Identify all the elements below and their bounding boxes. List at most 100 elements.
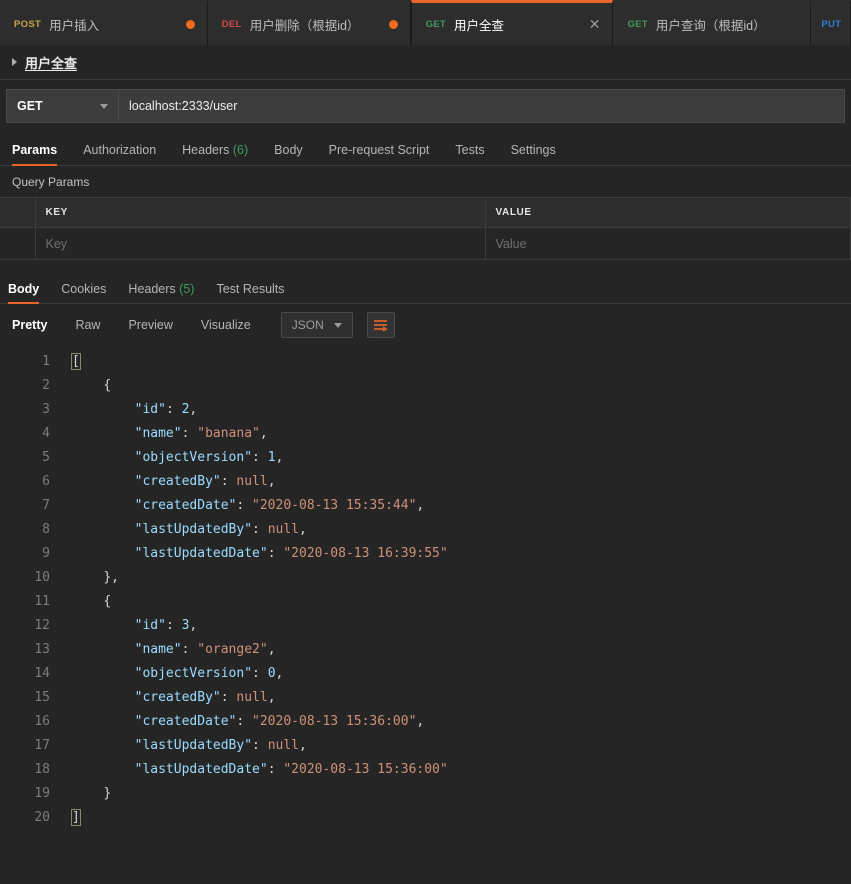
chevron-right-icon[interactable]	[12, 58, 17, 66]
code-token: "createdDate"	[135, 714, 237, 729]
code-token: :	[252, 666, 268, 681]
tab-label: Tests	[455, 143, 484, 157]
tab-body[interactable]: Body	[274, 143, 303, 165]
tab-title: 用户插入	[49, 15, 99, 34]
code-token: "id"	[135, 402, 166, 417]
url-input[interactable]: localhost:2333/user	[119, 90, 844, 122]
tab-params[interactable]: Params	[12, 143, 57, 165]
request-tab-post-insert[interactable]: POST 用户插入	[0, 0, 208, 45]
tab-method-label: GET	[627, 19, 647, 30]
code-token: :	[166, 618, 182, 633]
format-raw[interactable]: Raw	[61, 319, 114, 332]
panel-divider[interactable]	[0, 260, 851, 272]
code-token: "objectVersion"	[135, 450, 252, 465]
tab-label: Settings	[511, 143, 556, 157]
code-line: "objectVersion": 0,	[72, 662, 851, 686]
format-visualize[interactable]: Visualize	[187, 319, 265, 332]
response-body-code[interactable]: [ { "id": 2, "name": "banana", "objectVe…	[62, 350, 851, 830]
code-token: ,	[268, 690, 276, 705]
code-line: "lastUpdatedBy": null,	[72, 518, 851, 542]
request-section-tabs: Params Authorization Headers (6) Body Pr…	[0, 132, 851, 166]
line-number: 20	[0, 806, 50, 830]
code-token: :	[252, 522, 268, 537]
line-number: 17	[0, 734, 50, 758]
tab-test-results[interactable]: Test Results	[216, 282, 284, 303]
tab-authorization[interactable]: Authorization	[83, 143, 156, 165]
code-token: },	[103, 570, 119, 585]
unsaved-changes-dot-icon	[186, 20, 195, 29]
code-token: :	[182, 426, 198, 441]
code-token: "createdDate"	[135, 498, 237, 513]
tab-tests[interactable]: Tests	[455, 143, 484, 165]
tab-method-label: POST	[14, 19, 41, 30]
tab-settings[interactable]: Settings	[511, 143, 556, 165]
code-token: "2020-08-13 15:35:44"	[252, 498, 416, 513]
code-token: ,	[276, 666, 284, 681]
code-token: null	[236, 690, 267, 705]
response-language-select[interactable]: JSON	[281, 312, 353, 338]
line-number: 13	[0, 638, 50, 662]
tab-label: Headers	[182, 143, 229, 157]
code-token: :	[221, 474, 237, 489]
line-number: 8	[0, 518, 50, 542]
request-tab-query-by-id[interactable]: GET 用户查询（根据id）	[613, 0, 811, 45]
code-token: "name"	[135, 642, 182, 657]
page-title: 用户全查	[25, 53, 77, 72]
response-body-viewer[interactable]: 1234567891011121314151617181920 [ { "id"…	[0, 346, 851, 830]
format-pretty[interactable]: Pretty	[12, 319, 61, 332]
http-method-value: GET	[17, 99, 100, 113]
code-token: null	[236, 474, 267, 489]
code-token: :	[268, 546, 284, 561]
line-number: 6	[0, 470, 50, 494]
headers-count: (6)	[233, 143, 248, 157]
tab-pre-request-script[interactable]: Pre-request Script	[329, 143, 430, 165]
code-token: ,	[189, 618, 197, 633]
http-method-select[interactable]: GET	[7, 90, 119, 122]
response-section-tabs: Body Cookies Headers (5) Test Results	[0, 272, 851, 304]
checkbox-column-header	[0, 198, 35, 228]
code-line: [	[72, 350, 851, 374]
tab-label: Test Results	[216, 282, 284, 296]
request-tab-put-clipped[interactable]: PUT	[811, 0, 851, 45]
tab-label: Body	[274, 143, 303, 157]
code-line: "createdDate": "2020-08-13 15:35:44",	[72, 494, 851, 518]
response-format-toolbar: Pretty Raw Preview Visualize JSON	[0, 304, 851, 346]
chevron-down-icon	[100, 104, 108, 109]
unsaved-changes-dot-icon	[389, 20, 398, 29]
tab-response-cookies[interactable]: Cookies	[61, 282, 106, 303]
code-token: "orange2"	[197, 642, 267, 657]
tab-method-label: DEL	[222, 19, 242, 30]
param-key-input[interactable]: Key	[35, 228, 485, 260]
code-token: "2020-08-13 15:36:00"	[252, 714, 416, 729]
param-value-input[interactable]: Value	[485, 228, 851, 260]
breadcrumb: 用户全查	[0, 45, 851, 80]
code-line: {	[72, 590, 851, 614]
close-icon[interactable]: ✕	[575, 17, 601, 31]
code-token: ]	[72, 810, 80, 825]
query-params-table: KEY VALUE Key Value	[0, 197, 851, 260]
code-token: {	[103, 594, 111, 609]
request-tab-delete-by-id[interactable]: DEL 用户删除（根据id）	[208, 0, 411, 45]
wrap-lines-button[interactable]	[367, 312, 395, 338]
line-number: 15	[0, 686, 50, 710]
tab-method-label: PUT	[821, 19, 841, 30]
format-preview[interactable]: Preview	[114, 319, 186, 332]
tab-label: Cookies	[61, 282, 106, 296]
line-number-gutter: 1234567891011121314151617181920	[0, 350, 62, 830]
code-token: ,	[268, 474, 276, 489]
code-token: :	[236, 714, 252, 729]
code-token: 1	[268, 450, 276, 465]
tab-response-body[interactable]: Body	[8, 282, 39, 303]
url-bar: GET localhost:2333/user	[6, 89, 845, 123]
row-checkbox-cell[interactable]	[0, 228, 35, 260]
code-token: "id"	[135, 618, 166, 633]
code-line: "createdBy": null,	[72, 686, 851, 710]
tab-label: Params	[12, 143, 57, 157]
code-token: :	[236, 498, 252, 513]
request-tab-get-all[interactable]: GET 用户全查 ✕	[411, 0, 614, 45]
tab-title: 用户查询（根据id）	[656, 15, 766, 34]
tab-response-headers[interactable]: Headers (5)	[128, 282, 194, 303]
chevron-down-icon	[334, 323, 342, 328]
line-number: 16	[0, 710, 50, 734]
tab-headers[interactable]: Headers (6)	[182, 143, 248, 165]
